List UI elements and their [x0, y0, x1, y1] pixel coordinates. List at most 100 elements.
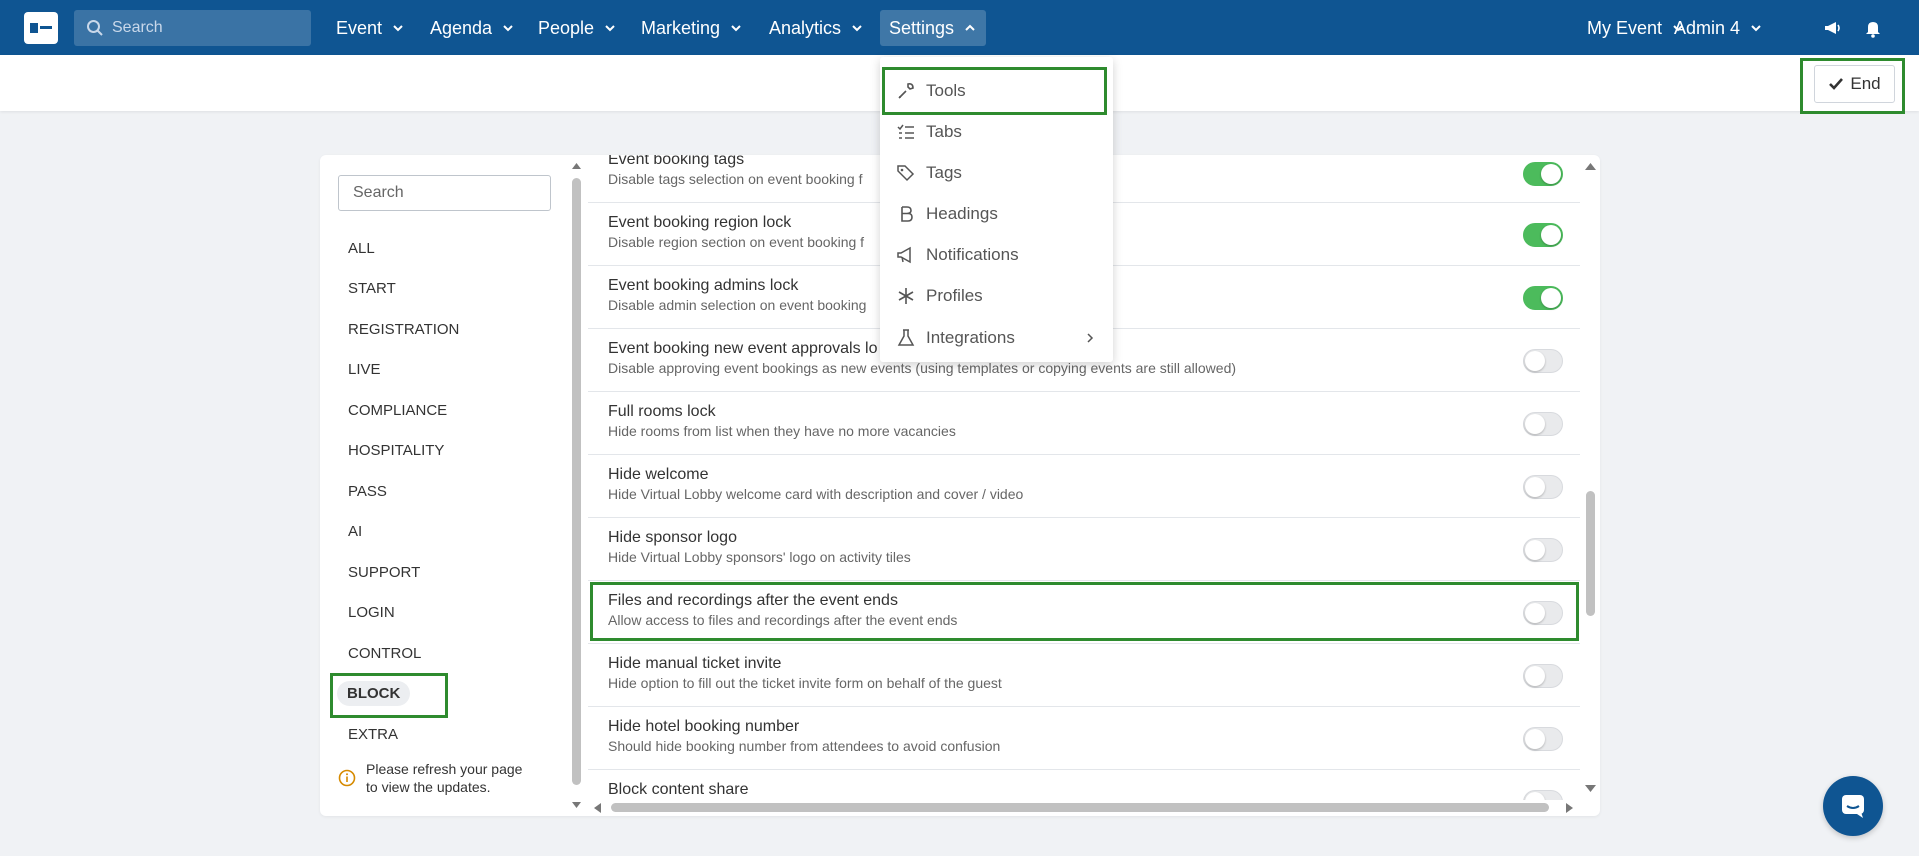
nav-marketing-label: Marketing	[641, 17, 721, 38]
nav-settings[interactable]: Settings	[880, 10, 987, 46]
refresh-note-line1: Please refresh your page	[366, 761, 523, 777]
tools-menu-highlight	[882, 67, 1107, 115]
setting-description: Hide rooms from list when they have no m…	[608, 423, 956, 439]
horizontal-scrollbar-thumb[interactable]	[611, 803, 1549, 812]
nav-people-label: People	[538, 17, 595, 38]
nav-event-label: Event	[336, 17, 383, 38]
scroll-up-arrow-icon[interactable]	[571, 162, 582, 170]
category-control[interactable]: CONTROL	[348, 645, 421, 662]
setting-description: Hide option to fill out the ticket invit…	[608, 675, 1002, 691]
info-icon	[338, 769, 356, 787]
scroll-up-arrow-icon[interactable]	[1584, 162, 1597, 171]
end-button-highlight	[1800, 58, 1905, 114]
setting-title: Hide welcome	[608, 466, 709, 483]
setting-title: Full rooms lock	[608, 403, 716, 420]
megaphone-icon	[897, 246, 911, 264]
nav-analytics[interactable]: Analytics	[760, 10, 873, 46]
setting-toggle[interactable]	[1523, 538, 1563, 562]
setting-toggle[interactable]	[1523, 727, 1563, 751]
setting-row: Hide sponsor logo Hide Virtual Lobby spo…	[588, 518, 1580, 581]
setting-title: Event booking new event approvals lo	[608, 340, 878, 357]
nav-people[interactable]: People	[529, 10, 626, 46]
menu-item-notifications-label: Notifications	[926, 245, 1019, 264]
setting-title: Hide hotel booking number	[608, 718, 800, 735]
global-search[interactable]	[74, 10, 311, 46]
nav-agenda-label: Agenda	[430, 17, 493, 38]
category-search-input[interactable]	[338, 175, 551, 211]
megaphone-icon[interactable]	[1822, 17, 1844, 39]
chevron-down-icon	[852, 25, 862, 32]
category-pass[interactable]: PASS	[348, 483, 387, 500]
menu-item-integrations-label: Integrations	[926, 328, 1015, 347]
category-block-highlight	[330, 673, 448, 718]
setting-toggle[interactable]	[1523, 162, 1563, 186]
menu-item-integrations[interactable]: Integrations	[880, 318, 1113, 358]
list-scrollbar-thumb[interactable]	[1586, 491, 1595, 616]
nav-admin-label: Admin 4	[1674, 17, 1741, 38]
global-search-input[interactable]	[112, 19, 292, 37]
chevron-down-icon	[731, 25, 741, 32]
setting-title: Hide sponsor logo	[608, 529, 737, 546]
category-ai[interactable]: AI	[348, 523, 362, 540]
nav-agenda[interactable]: Agenda	[421, 10, 524, 46]
setting-row: Hide welcome Hide Virtual Lobby welcome …	[588, 455, 1580, 518]
category-compliance[interactable]: COMPLIANCE	[348, 402, 447, 419]
nav-analytics-label: Analytics	[769, 17, 842, 38]
nav-admin[interactable]: Admin 4	[1665, 10, 1772, 46]
setting-title: Event booking admins lock	[608, 277, 799, 294]
category-registration[interactable]: REGISTRATION	[348, 321, 459, 338]
sidebar-scrollbar-thumb[interactable]	[572, 178, 581, 785]
category-support[interactable]: SUPPORT	[348, 564, 420, 581]
nav-marketing[interactable]: Marketing	[632, 10, 752, 46]
setting-toggle[interactable]	[1523, 790, 1563, 800]
scroll-down-arrow-icon[interactable]	[571, 801, 582, 809]
asterisk-icon	[898, 288, 914, 304]
nav-settings-label: Settings	[889, 17, 955, 38]
setting-toggle[interactable]	[1523, 349, 1563, 373]
logo-icon	[30, 23, 52, 33]
setting-toggle[interactable]	[1523, 286, 1563, 310]
menu-item-tags[interactable]: Tags	[880, 153, 1113, 193]
scroll-down-arrow-icon[interactable]	[1584, 784, 1597, 793]
search-icon	[87, 20, 103, 36]
setting-toggle[interactable]	[1523, 412, 1563, 436]
scroll-left-arrow-icon[interactable]	[593, 802, 602, 814]
app-logo[interactable]	[24, 12, 58, 44]
setting-title: Block content share	[608, 781, 749, 798]
chevron-down-icon	[605, 25, 615, 32]
menu-item-notifications[interactable]: Notifications	[880, 235, 1113, 275]
setting-description: Disable approving event bookings as new …	[608, 360, 1237, 376]
setting-toggle[interactable]	[1523, 475, 1563, 499]
flask-icon	[897, 329, 915, 346]
category-live[interactable]: LIVE	[348, 361, 381, 378]
refresh-note-line2: to view the updates.	[366, 779, 491, 795]
bell-icon[interactable]	[1862, 17, 1884, 39]
category-start[interactable]: START	[348, 280, 396, 297]
setting-row: Full rooms lock Hide rooms from list whe…	[588, 392, 1580, 455]
setting-title: Hide manual ticket invite	[608, 655, 782, 672]
setting-toggle[interactable]	[1523, 664, 1563, 688]
menu-item-headings[interactable]: Headings	[880, 194, 1113, 234]
setting-description: Disable region section on event booking …	[608, 234, 865, 250]
scroll-right-arrow-icon[interactable]	[1565, 802, 1574, 814]
menu-item-profiles-label: Profiles	[926, 286, 983, 305]
category-extra[interactable]: EXTRA	[348, 726, 398, 743]
setting-toggle[interactable]	[1523, 223, 1563, 247]
setting-description: Hide Virtual Lobby sponsors' logo on act…	[608, 549, 911, 565]
setting-description: Hide Virtual Lobby welcome card with des…	[608, 486, 1024, 502]
category-hospitality[interactable]: HOSPITALITY	[348, 442, 444, 459]
category-login[interactable]: LOGIN	[348, 604, 395, 621]
menu-item-profiles[interactable]: Profiles	[880, 276, 1113, 316]
setting-title: Event booking region lock	[608, 214, 792, 231]
menu-item-tabs[interactable]: Tabs	[880, 112, 1113, 152]
chevron-down-icon	[503, 25, 513, 32]
menu-item-tabs-label: Tabs	[926, 122, 962, 141]
nav-event[interactable]: Event	[327, 10, 414, 46]
setting-description: Disable admin selection on event booking	[608, 297, 867, 313]
setting-description: Should hide booking number from attendee…	[608, 738, 1001, 754]
tags-icon	[897, 165, 915, 182]
chat-launcher-button[interactable]	[1823, 776, 1883, 836]
chevron-right-icon	[1087, 333, 1094, 343]
category-all[interactable]: ALL	[348, 240, 375, 257]
files-recordings-row-highlight	[590, 582, 1579, 641]
